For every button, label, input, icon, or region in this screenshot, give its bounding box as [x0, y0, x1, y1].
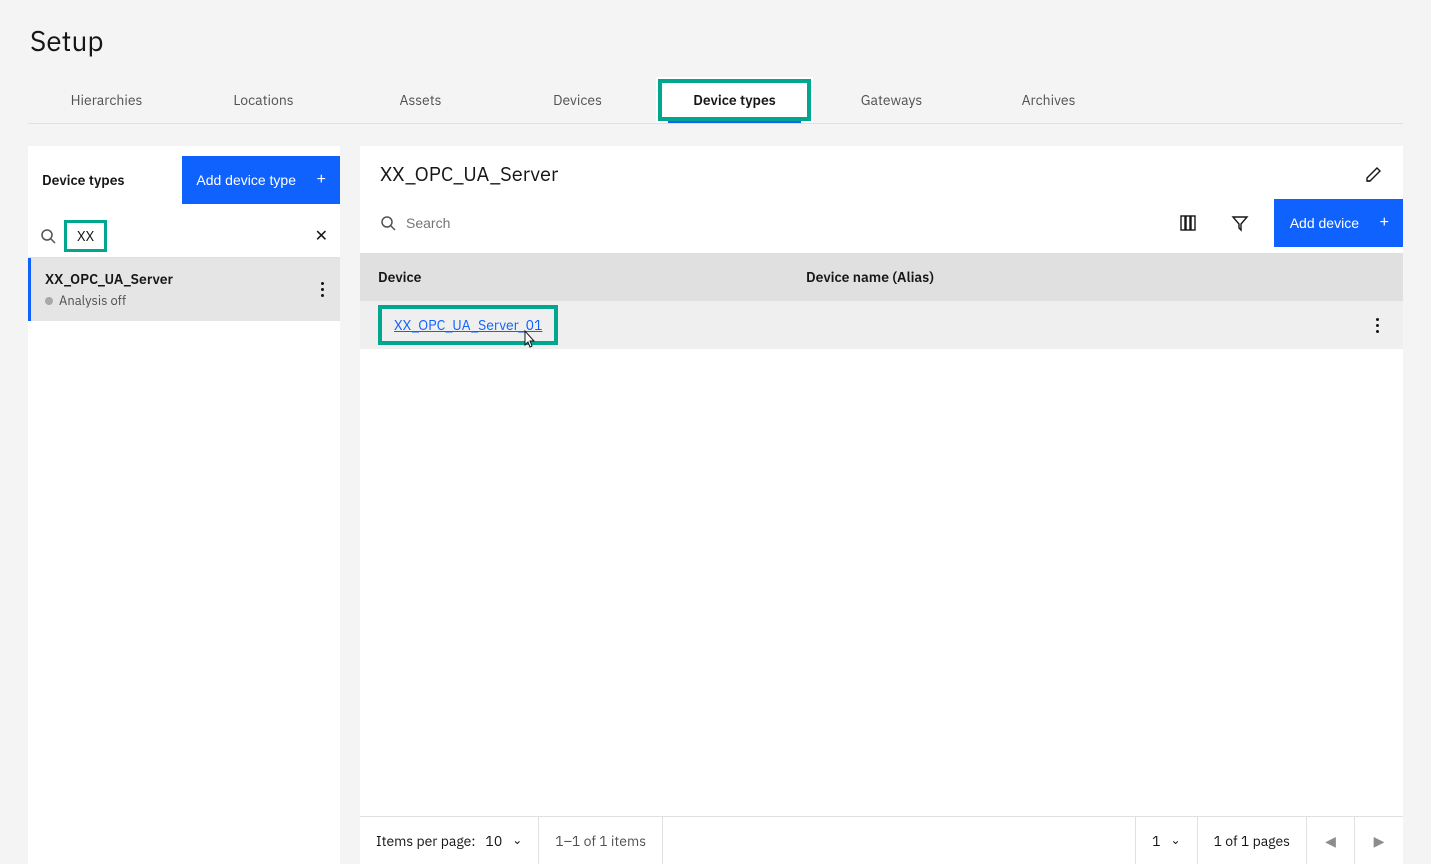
- sidebar-item-name: XX_OPC_UA_Server: [45, 270, 173, 288]
- toolbar: Add device +: [360, 193, 1403, 253]
- page-select[interactable]: 1 ⌄: [1135, 817, 1197, 864]
- sidebar-item-status: Analysis off: [45, 292, 173, 309]
- table-row[interactable]: XX_OPC_UA_Server_01: [360, 301, 1403, 349]
- sidebar-item-opc-server[interactable]: XX_OPC_UA_Server Analysis off: [28, 258, 340, 321]
- setup-tabs: Hierarchies Locations Assets Devices Dev…: [28, 77, 1403, 124]
- items-per-page-label: Items per page:: [376, 832, 475, 850]
- tab-gateways[interactable]: Gateways: [813, 77, 970, 123]
- search-icon: [40, 228, 56, 244]
- pages-text-label: 1 of 1 pages: [1214, 832, 1290, 850]
- tab-locations[interactable]: Locations: [185, 77, 342, 123]
- tab-hierarchies[interactable]: Hierarchies: [28, 77, 185, 123]
- page-title: Setup: [0, 0, 1431, 77]
- clear-search-icon[interactable]: ✕: [315, 226, 328, 246]
- chevron-down-icon: ⌄: [512, 833, 522, 848]
- devices-search[interactable]: [376, 203, 1158, 243]
- sidebar-search[interactable]: XX ✕: [28, 214, 340, 258]
- items-range: 1–1 of 1 items: [539, 817, 663, 864]
- filter-icon[interactable]: [1218, 201, 1262, 245]
- columns-icon[interactable]: [1166, 201, 1210, 245]
- pagination: Items per page: 10 ⌄ 1–1 of 1 items 1 ⌄ …: [360, 816, 1403, 864]
- tab-assets[interactable]: Assets: [342, 77, 499, 123]
- sidebar-search-value[interactable]: XX: [64, 220, 107, 252]
- device-link-highlight: XX_OPC_UA_Server_01: [378, 305, 558, 345]
- column-alias[interactable]: Device name (Alias): [806, 268, 1385, 286]
- status-dot-icon: [45, 297, 53, 305]
- table-header: Device Device name (Alias): [360, 253, 1403, 301]
- main-panel: XX_OPC_UA_Server Add device + Device: [360, 146, 1403, 864]
- search-icon: [380, 215, 396, 231]
- tab-devices[interactable]: Devices: [499, 77, 656, 123]
- add-device-type-label: Add device type: [196, 172, 296, 188]
- prev-page-button[interactable]: ◀: [1307, 817, 1355, 864]
- page-value: 1: [1152, 832, 1160, 850]
- next-page-button[interactable]: ▶: [1355, 817, 1403, 864]
- sidebar-item-status-text: Analysis off: [59, 292, 126, 309]
- tab-archives[interactable]: Archives: [970, 77, 1127, 123]
- items-per-page[interactable]: Items per page: 10 ⌄: [360, 817, 539, 864]
- pages-text: 1 of 1 pages: [1198, 817, 1307, 864]
- add-device-button[interactable]: Add device +: [1274, 199, 1403, 247]
- row-menu-icon[interactable]: [1369, 314, 1385, 337]
- devices-search-input[interactable]: [406, 215, 1154, 231]
- sidebar-item-menu-icon[interactable]: [314, 278, 330, 301]
- plus-icon: +: [317, 172, 326, 188]
- items-range-text: 1–1 of 1 items: [555, 832, 646, 850]
- cursor-icon: [520, 329, 536, 349]
- add-device-label: Add device: [1290, 215, 1359, 231]
- tab-device-types[interactable]: Device types: [656, 77, 813, 123]
- add-device-type-button[interactable]: Add device type +: [182, 156, 340, 204]
- chevron-down-icon: ⌄: [1171, 833, 1181, 848]
- sidebar-title: Device types: [42, 171, 125, 189]
- device-type-title: XX_OPC_UA_Server: [380, 160, 558, 187]
- edit-icon[interactable]: [1365, 165, 1383, 183]
- plus-icon: +: [1380, 214, 1389, 232]
- items-per-page-value: 10: [485, 832, 502, 850]
- column-device[interactable]: Device: [378, 268, 806, 286]
- device-types-sidebar: Device types Add device type + XX ✕ XX_O…: [28, 146, 340, 864]
